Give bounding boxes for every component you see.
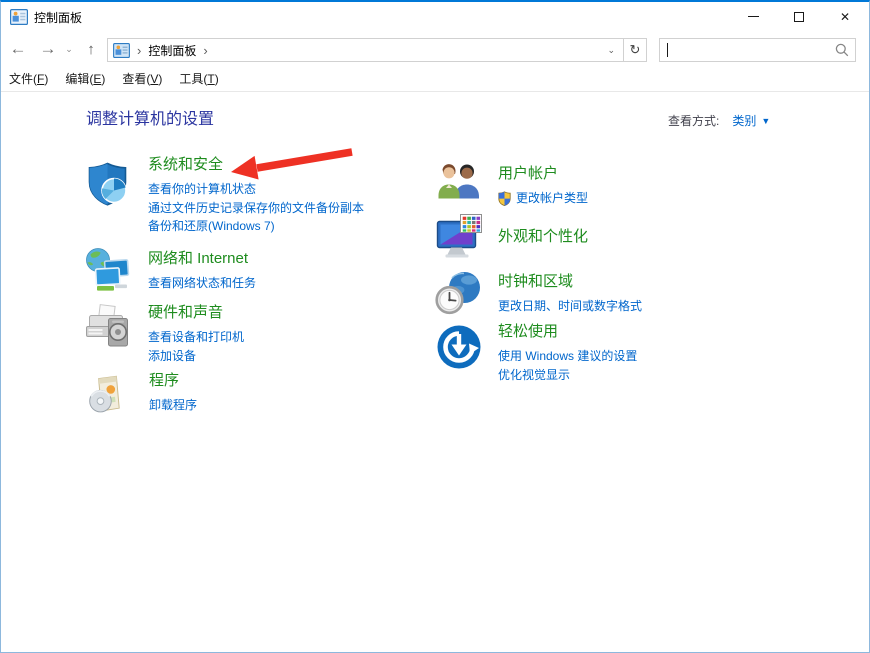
link-programs[interactable]: 程序 [149, 372, 179, 389]
link-security-status[interactable]: 查看你的计算机状态 [148, 180, 364, 199]
link-backup-restore[interactable]: 备份和还原(Windows 7) [148, 217, 364, 236]
back-button[interactable]: ← [5, 33, 31, 65]
up-button[interactable]: ↑ [79, 33, 103, 65]
control-panel-window: 控制面板 ✕ ← → ⌄ ↑ › 控制面板 › ⌄ ↻ [0, 0, 870, 653]
link-file-history[interactable]: 通过文件历史记录保存你的文件备份副本 [148, 199, 364, 218]
uac-shield-icon [498, 191, 511, 206]
link-ease-of-access[interactable]: 轻松使用 [498, 323, 558, 340]
link-hardware-sound[interactable]: 硬件和声音 [148, 304, 223, 321]
menu-edit[interactable]: 编辑(E) [65, 70, 105, 87]
link-change-date-time[interactable]: 更改日期、时间或数字格式 [498, 297, 642, 316]
category-ease-of-access: 轻松使用 使用 Windows 建议的设置 优化视觉显示 [435, 322, 637, 384]
link-devices-printers[interactable]: 查看设备和打印机 [148, 328, 244, 347]
window-title: 控制面板 [34, 9, 82, 26]
minimize-icon [748, 16, 759, 17]
network-internet-icon[interactable] [84, 247, 132, 295]
back-icon: ← [10, 39, 27, 59]
link-appearance-personalization[interactable]: 外观和个性化 [498, 228, 588, 245]
link-network-status[interactable]: 查看网络状态和任务 [148, 274, 256, 293]
refresh-button[interactable]: ↻ [623, 39, 646, 61]
minimize-button[interactable] [730, 2, 776, 31]
menu-tools[interactable]: 工具(T) [179, 70, 218, 87]
breadcrumb-control-panel[interactable]: 控制面板 [148, 42, 196, 59]
link-optimize-visual-display[interactable]: 优化视觉显示 [498, 366, 637, 385]
control-panel-icon [113, 43, 130, 58]
link-system-security[interactable]: 系统和安全 [148, 156, 223, 173]
link-network-internet[interactable]: 网络和 Internet [148, 250, 248, 267]
maximize-button[interactable] [776, 2, 822, 31]
refresh-icon: ↻ [630, 42, 641, 58]
chevron-down-icon: ⌄ [65, 44, 73, 55]
link-change-account-type[interactable]: 更改帐户类型 [498, 189, 588, 208]
maximize-icon [794, 12, 804, 22]
link-clock-region[interactable]: 时钟和区域 [498, 273, 573, 290]
programs-icon[interactable] [85, 373, 130, 418]
category-network-internet: 网络和 Internet 查看网络状态和任务 [84, 249, 256, 295]
address-dropdown-icon[interactable]: ⌄ [599, 45, 623, 56]
category-user-accounts: 用户帐户 更改帐户类型 [435, 164, 588, 208]
address-bar[interactable]: › 控制面板 › ⌄ ↻ [107, 38, 647, 62]
category-system-security: 系统和安全 查看你的计算机状态 通过文件历史记录保存你的文件备份副本 备份和还原… [84, 155, 364, 236]
page-title: 调整计算机的设置 [86, 105, 214, 129]
category-programs: 程序 卸载程序 [85, 371, 197, 418]
clock-region-icon[interactable] [435, 269, 483, 317]
view-by-value[interactable]: 类别 [732, 112, 756, 129]
link-suggested-settings[interactable]: 使用 Windows 建议的设置 [498, 347, 637, 366]
view-by-control: 查看方式: 类别 ▼ [668, 112, 770, 129]
menu-bar: 文件(F) 编辑(E) 查看(V) 工具(T) [1, 66, 869, 91]
title-bar: 控制面板 ✕ [1, 2, 869, 32]
ease-of-access-icon[interactable] [435, 323, 483, 371]
search-box[interactable] [659, 38, 856, 62]
category-clock-region: 时钟和区域 更改日期、时间或数字格式 [435, 272, 642, 317]
recent-pages-button[interactable]: ⌄ [62, 33, 76, 65]
search-icon [835, 43, 849, 57]
hardware-sound-icon[interactable] [84, 303, 132, 351]
window-controls: ✕ [730, 2, 868, 31]
link-uninstall-program[interactable]: 卸载程序 [149, 396, 197, 415]
link-add-device[interactable]: 添加设备 [148, 347, 244, 366]
view-by-caret-icon[interactable]: ▼ [761, 116, 770, 126]
user-accounts-icon[interactable] [435, 159, 483, 207]
view-by-label: 查看方式: [668, 112, 719, 129]
menu-file[interactable]: 文件(F) [9, 70, 48, 87]
link-user-accounts[interactable]: 用户帐户 [498, 165, 558, 182]
close-icon: ✕ [840, 11, 850, 23]
forward-icon: → [40, 39, 57, 59]
menu-view[interactable]: 查看(V) [122, 70, 162, 87]
navigation-bar: ← → ⌄ ↑ › 控制面板 › ⌄ ↻ [1, 33, 869, 66]
search-input[interactable] [668, 40, 835, 60]
breadcrumb-chevron-icon[interactable]: › [130, 44, 148, 57]
category-hardware-sound: 硬件和声音 查看设备和打印机 添加设备 [84, 303, 244, 365]
control-panel-icon [10, 9, 28, 25]
system-security-icon[interactable] [84, 160, 132, 208]
menu-bar-divider [1, 91, 869, 92]
category-appearance-personalization: 外观和个性化 [435, 227, 588, 261]
forward-button[interactable]: → [35, 33, 61, 65]
appearance-personalization-icon[interactable] [435, 213, 483, 261]
close-button[interactable]: ✕ [822, 2, 868, 31]
breadcrumb-chevron-icon[interactable]: › [196, 44, 214, 57]
up-icon: ↑ [87, 41, 95, 58]
